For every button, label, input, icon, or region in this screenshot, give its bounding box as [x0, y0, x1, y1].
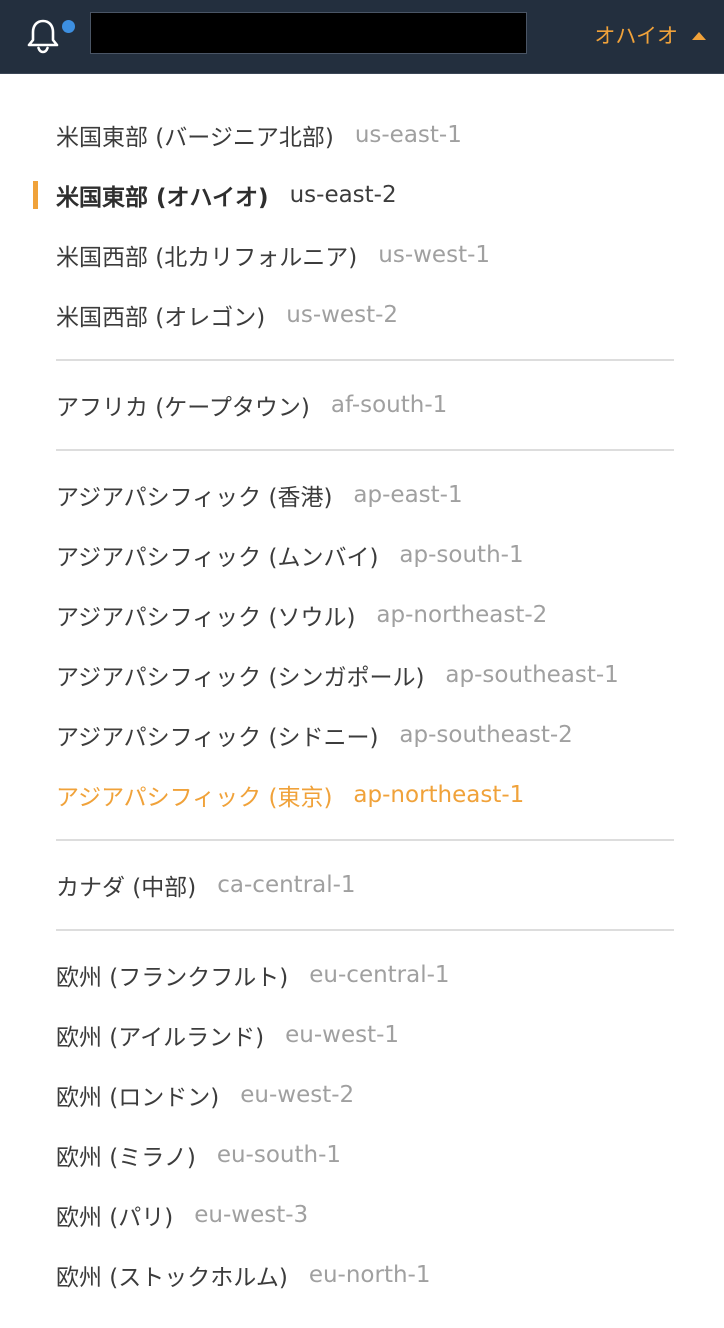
- region-item-ap-northeast-1[interactable]: アジアパシフィック (東京) ap-northeast-1: [0, 765, 724, 825]
- region-group-us: 米国東部 (バージニア北部) us-east-1 米国東部 (オハイオ) us-eas…: [0, 75, 724, 359]
- region-item-ap-northeast-2[interactable]: アジアパシフィック (ソウル) ap-northeast-2: [0, 585, 724, 645]
- region-code: ap-southeast-1: [445, 662, 619, 688]
- region-name: 米国西部 (北カリフォルニア): [56, 245, 358, 271]
- region-item-eu-west-1[interactable]: 欧州 (アイルランド) eu-west-1: [0, 1005, 724, 1065]
- region-name: 欧州 (ミラノ): [56, 1145, 196, 1171]
- region-code: us-east-1: [354, 122, 462, 148]
- region-dropdown-menu: 米国東部 (バージニア北部) us-east-1 米国東部 (オハイオ) us-eas…: [0, 75, 724, 1319]
- region-name: アジアパシフィック (香港): [56, 485, 333, 511]
- region-name: 欧州 (ストックホルム): [56, 1265, 288, 1291]
- region-name: カナダ (中部): [56, 875, 197, 901]
- bell-icon[interactable]: [26, 18, 60, 54]
- region-name: 米国東部 (バージニア北部): [56, 125, 334, 151]
- notification-dot: [62, 20, 75, 33]
- region-code: ap-northeast-2: [376, 602, 548, 628]
- region-name: アジアパシフィック (東京): [56, 785, 333, 811]
- region-item-ap-south-1[interactable]: アジアパシフィック (ムンバイ) ap-south-1: [0, 525, 724, 585]
- region-name: 欧州 (アイルランド): [56, 1025, 265, 1051]
- top-navigation-bar: オハイオ: [0, 0, 724, 74]
- region-code: us-west-1: [378, 242, 491, 268]
- region-code: eu-west-2: [240, 1082, 355, 1108]
- region-name: 欧州 (パリ): [56, 1205, 174, 1231]
- caret-up-icon: [692, 32, 706, 40]
- region-selector-button[interactable]: オハイオ: [594, 18, 706, 52]
- region-item-us-west-1[interactable]: 米国西部 (北カリフォルニア) us-west-1: [0, 225, 724, 285]
- region-item-ap-southeast-2[interactable]: アジアパシフィック (シドニー) ap-southeast-2: [0, 705, 724, 765]
- region-code: eu-west-3: [194, 1202, 309, 1228]
- search-input[interactable]: [90, 12, 527, 54]
- region-item-eu-north-1[interactable]: 欧州 (ストックホルム) eu-north-1: [0, 1245, 724, 1305]
- region-name: アジアパシフィック (ムンバイ): [56, 545, 379, 571]
- region-code: eu-west-1: [285, 1022, 400, 1048]
- region-item-us-east-1[interactable]: 米国東部 (バージニア北部) us-east-1: [0, 105, 724, 165]
- region-name: アジアパシフィック (ソウル): [56, 605, 356, 631]
- region-code: ap-east-1: [353, 482, 463, 508]
- region-group-asia-pacific: アジアパシフィック (香港) ap-east-1 アジアパシフィック (ムンバイ) a…: [0, 451, 724, 839]
- region-name: 米国西部 (オレゴン): [56, 305, 266, 331]
- region-code: us-east-2: [289, 182, 397, 208]
- region-code: ca-central-1: [217, 872, 356, 898]
- region-item-us-west-2[interactable]: 米国西部 (オレゴン) us-west-2: [0, 285, 724, 345]
- region-item-us-east-2[interactable]: 米国東部 (オハイオ) us-east-2: [0, 165, 724, 225]
- region-name: アジアパシフィック (シドニー): [56, 725, 379, 751]
- region-group-africa: アフリカ (ケープタウン) af-south-1: [0, 361, 724, 449]
- region-code: ap-south-1: [399, 542, 524, 568]
- region-code: ap-northeast-1: [353, 782, 525, 808]
- region-code: us-west-2: [286, 302, 399, 328]
- region-name: アフリカ (ケープタウン): [56, 395, 310, 421]
- region-name: 欧州 (フランクフルト): [56, 965, 289, 991]
- region-item-eu-south-1[interactable]: 欧州 (ミラノ) eu-south-1: [0, 1125, 724, 1185]
- region-item-ap-east-1[interactable]: アジアパシフィック (香港) ap-east-1: [0, 465, 724, 525]
- region-item-eu-west-2[interactable]: 欧州 (ロンドン) eu-west-2: [0, 1065, 724, 1125]
- region-code: eu-north-1: [308, 1262, 431, 1288]
- region-code: eu-south-1: [216, 1142, 341, 1168]
- region-item-eu-west-3[interactable]: 欧州 (パリ) eu-west-3: [0, 1185, 724, 1245]
- region-item-af-south-1[interactable]: アフリカ (ケープタウン) af-south-1: [0, 375, 724, 435]
- region-selector-label: オハイオ: [594, 24, 678, 48]
- region-item-eu-central-1[interactable]: 欧州 (フランクフルト) eu-central-1: [0, 945, 724, 1005]
- region-name: アジアパシフィック (シンガポール): [56, 665, 425, 691]
- region-code: eu-central-1: [309, 962, 450, 988]
- region-group-europe: 欧州 (フランクフルト) eu-central-1 欧州 (アイルランド) eu-we…: [0, 931, 724, 1319]
- region-group-canada: カナダ (中部) ca-central-1: [0, 841, 724, 929]
- region-name: 米国東部 (オハイオ): [56, 185, 269, 211]
- region-code: af-south-1: [330, 392, 448, 418]
- region-item-ca-central-1[interactable]: カナダ (中部) ca-central-1: [0, 855, 724, 915]
- region-item-ap-southeast-1[interactable]: アジアパシフィック (シンガポール) ap-southeast-1: [0, 645, 724, 705]
- region-code: ap-southeast-2: [399, 722, 573, 748]
- region-name: 欧州 (ロンドン): [56, 1085, 220, 1111]
